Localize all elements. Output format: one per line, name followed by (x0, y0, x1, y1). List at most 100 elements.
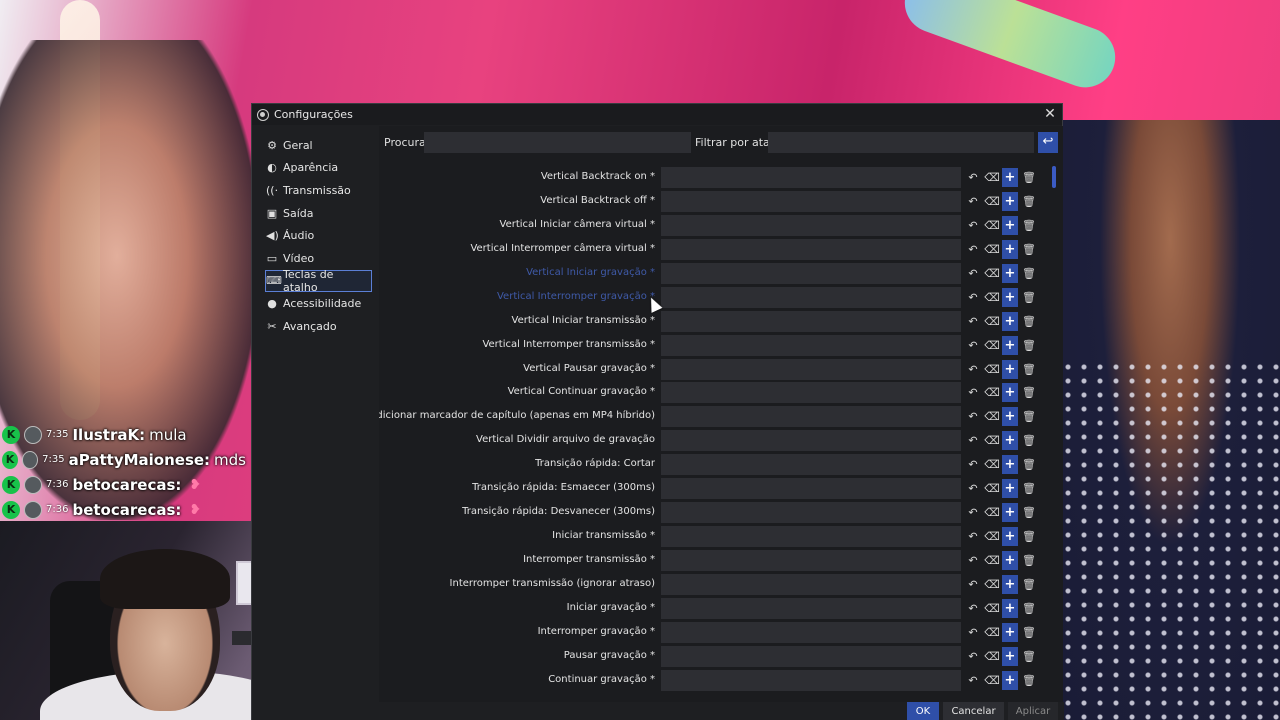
sidebar-item-2[interactable]: ((· Transmissão (262, 179, 378, 202)
add-icon[interactable]: + (1002, 503, 1018, 523)
hotkey-field[interactable] (661, 262, 961, 284)
add-icon[interactable]: + (1002, 551, 1018, 570)
revert-icon[interactable]: ↶ (965, 407, 981, 426)
trash-icon[interactable]: 🗑 (1021, 336, 1037, 355)
add-icon[interactable]: + (1002, 287, 1018, 307)
add-icon[interactable]: + (1002, 311, 1018, 331)
clear-icon[interactable]: ⌫ (984, 240, 1000, 259)
trash-icon[interactable]: 🗑 (1021, 527, 1037, 546)
sidebar-item-0[interactable]: ⚙ Geral (262, 134, 378, 157)
clear-icon[interactable]: ⌫ (984, 575, 1000, 594)
clear-icon[interactable]: ⌫ (984, 623, 1000, 642)
clear-icon[interactable]: ⌫ (984, 383, 1000, 402)
ok-button[interactable]: OK (907, 702, 939, 720)
trash-icon[interactable]: 🗑 (1021, 360, 1037, 379)
clear-icon[interactable]: ⌫ (984, 336, 1000, 355)
clear-icon[interactable]: ⌫ (984, 455, 1000, 474)
filter-by-hotkey-input[interactable] (768, 132, 1034, 153)
scrollbar[interactable] (1052, 166, 1056, 716)
revert-icon[interactable]: ↶ (965, 383, 981, 402)
search-input[interactable] (424, 132, 691, 153)
revert-icon[interactable]: ↶ (965, 551, 981, 570)
hotkey-field[interactable] (661, 621, 961, 643)
trash-icon[interactable]: 🗑 (1021, 264, 1037, 283)
trash-icon[interactable]: 🗑 (1021, 455, 1037, 474)
add-icon[interactable]: + (1002, 335, 1018, 355)
sidebar-item-7[interactable]: ● Acessibilidade (262, 292, 378, 315)
clear-icon[interactable]: ⌫ (984, 647, 1000, 666)
revert-icon[interactable]: ↶ (965, 647, 981, 666)
add-icon[interactable]: + (1002, 455, 1018, 475)
trash-icon[interactable]: 🗑 (1021, 192, 1037, 211)
clear-icon[interactable]: ⌫ (984, 479, 1000, 498)
revert-icon[interactable]: ↶ (965, 455, 981, 474)
close-button[interactable]: ✕ (1042, 106, 1058, 122)
sidebar-item-4[interactable]: ◀) Áudio (262, 224, 378, 247)
hotkey-field[interactable] (661, 190, 961, 212)
revert-icon[interactable]: ↶ (965, 240, 981, 259)
trash-icon[interactable]: 🗑 (1021, 503, 1037, 522)
add-icon[interactable]: + (1002, 168, 1018, 187)
revert-icon[interactable]: ↶ (965, 503, 981, 522)
hotkey-field[interactable] (661, 573, 961, 595)
add-icon[interactable]: + (1002, 359, 1018, 379)
trash-icon[interactable]: 🗑 (1021, 551, 1037, 570)
hotkey-field[interactable] (661, 502, 961, 524)
trash-icon[interactable]: 🗑 (1021, 599, 1037, 618)
clear-icon[interactable]: ⌫ (984, 312, 1000, 331)
clear-icon[interactable]: ⌫ (984, 192, 1000, 211)
hotkey-field[interactable] (661, 669, 961, 691)
hotkey-field[interactable] (661, 310, 961, 332)
trash-icon[interactable]: 🗑 (1021, 407, 1037, 426)
trash-icon[interactable]: 🗑 (1021, 168, 1037, 187)
hotkey-field[interactable] (661, 478, 961, 500)
clear-icon[interactable]: ⌫ (984, 599, 1000, 618)
revert-icon[interactable]: ↶ (965, 216, 981, 235)
hotkey-field[interactable] (661, 406, 961, 428)
add-icon[interactable]: + (1002, 431, 1018, 451)
hotkey-field[interactable] (661, 454, 961, 476)
add-icon[interactable]: + (1002, 646, 1018, 666)
trash-icon[interactable]: 🗑 (1021, 575, 1037, 594)
hotkey-field[interactable] (661, 382, 961, 404)
sidebar-item-5[interactable]: ▭ Vídeo (262, 247, 378, 270)
hotkey-field[interactable] (661, 597, 961, 619)
trash-icon[interactable]: 🗑 (1021, 623, 1037, 642)
add-icon[interactable]: + (1002, 670, 1018, 690)
revert-icon[interactable]: ↶ (965, 671, 981, 690)
trash-icon[interactable]: 🗑 (1021, 479, 1037, 498)
title-bar[interactable]: Configurações ✕ (252, 104, 1062, 125)
trash-icon[interactable]: 🗑 (1021, 671, 1037, 690)
revert-icon[interactable]: ↶ (965, 575, 981, 594)
add-icon[interactable]: + (1002, 263, 1018, 283)
revert-icon[interactable]: ↶ (965, 336, 981, 355)
hotkey-field[interactable] (661, 550, 961, 571)
revert-icon[interactable]: ↶ (965, 168, 981, 187)
apply-button[interactable]: Aplicar (1008, 702, 1058, 720)
trash-icon[interactable]: 🗑 (1021, 647, 1037, 666)
add-icon[interactable]: + (1002, 239, 1018, 259)
sidebar-item-1[interactable]: ◐ Aparência (262, 157, 378, 180)
reset-filter-button[interactable]: ↩ (1038, 132, 1058, 153)
hotkey-field[interactable] (661, 526, 961, 548)
hotkey-field[interactable] (661, 334, 961, 356)
revert-icon[interactable]: ↶ (965, 288, 981, 307)
hotkey-field[interactable] (661, 238, 961, 260)
hotkey-field[interactable] (661, 167, 961, 188)
clear-icon[interactable]: ⌫ (984, 168, 1000, 187)
revert-icon[interactable]: ↶ (965, 360, 981, 379)
trash-icon[interactable]: 🗑 (1021, 431, 1037, 450)
clear-icon[interactable]: ⌫ (984, 503, 1000, 522)
clear-icon[interactable]: ⌫ (984, 527, 1000, 546)
add-icon[interactable]: + (1002, 215, 1018, 235)
revert-icon[interactable]: ↶ (965, 264, 981, 283)
revert-icon[interactable]: ↶ (965, 599, 981, 618)
clear-icon[interactable]: ⌫ (984, 671, 1000, 690)
add-icon[interactable]: + (1002, 527, 1018, 547)
clear-icon[interactable]: ⌫ (984, 288, 1000, 307)
hotkey-field[interactable] (661, 645, 961, 667)
sidebar-item-6[interactable]: ⌨ Teclas de atalho (265, 268, 372, 294)
trash-icon[interactable]: 🗑 (1021, 216, 1037, 235)
revert-icon[interactable]: ↶ (965, 431, 981, 450)
clear-icon[interactable]: ⌫ (984, 551, 1000, 570)
